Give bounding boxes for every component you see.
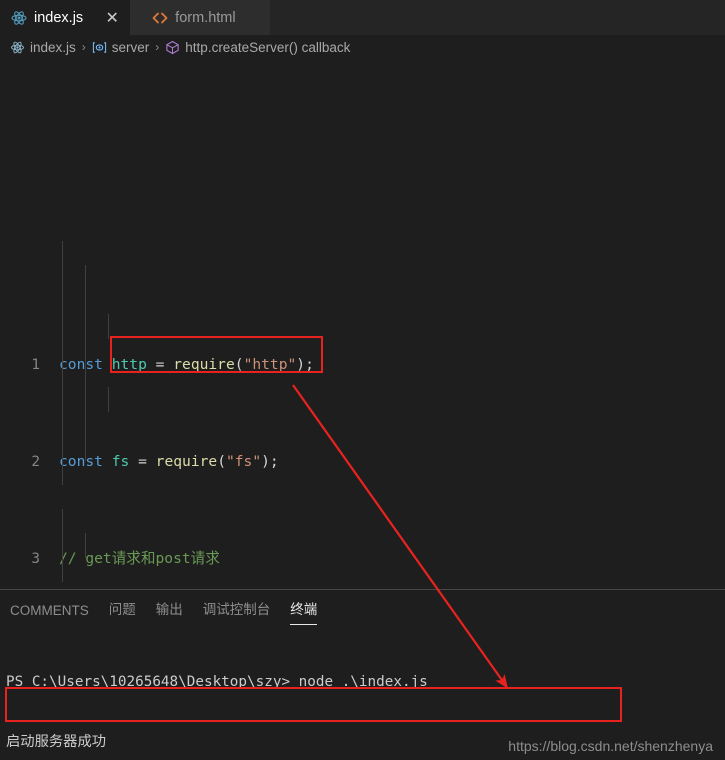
panel-tab-comments[interactable]: COMMENTS: [10, 603, 89, 625]
panel-tab-problems[interactable]: 问题: [109, 598, 136, 625]
tab-label: form.html: [175, 9, 236, 26]
indent-guide: [85, 533, 86, 558]
tab-label: index.js: [34, 9, 84, 26]
code-editor[interactable]: 1 const http = require("http"); 2 const …: [0, 59, 725, 589]
vscode-window: index.js ✕ form.html index.js › server ›…: [0, 0, 725, 760]
code-line-text: const http = require("http");: [59, 355, 314, 373]
indent-guide: [85, 265, 86, 461]
blog-url-watermark: https://blog.csdn.net/shenzhenya: [508, 738, 713, 754]
editor-tab-bar: index.js ✕ form.html: [0, 0, 725, 35]
breadcrumb-item-callback[interactable]: http.createServer() callback: [165, 40, 350, 55]
terminal-command: node .\index.js: [290, 674, 428, 690]
breadcrumb-item-server[interactable]: server: [92, 39, 150, 55]
tab-bar-empty-space: [269, 0, 725, 35]
indent-guide: [108, 314, 109, 339]
code-content: 1 const http = require("http"); 2 const …: [0, 59, 725, 589]
breadcrumb-label: index.js: [30, 39, 76, 55]
close-icon[interactable]: ✕: [104, 9, 120, 26]
panel-tab-terminal[interactable]: 终端: [290, 598, 318, 625]
code-line-text: // get请求和post请求: [59, 549, 220, 567]
variable-symbol-icon: [92, 40, 107, 55]
terminal-prompt: PS C:\Users\10265648\Desktop\szy>: [6, 674, 291, 690]
breadcrumb: index.js › server › http.createServer() …: [0, 35, 725, 59]
js-react-atom-icon: [11, 10, 27, 26]
code-line: 1 const http = require("http");: [0, 353, 725, 377]
indent-guide: [62, 509, 63, 582]
tab-form-html[interactable]: form.html: [130, 0, 270, 35]
panel-divider[interactable]: [0, 589, 725, 590]
panel-tab-output[interactable]: 输出: [156, 598, 183, 625]
line-number: 2: [31, 453, 40, 470]
panel-tab-debug-console[interactable]: 调试控制台: [203, 598, 271, 625]
panel-tab-bar: COMMENTS 问题 输出 调试控制台 终端: [0, 590, 725, 625]
line-number: 1: [31, 356, 40, 373]
cube-function-icon: [165, 40, 180, 55]
indent-guide: [62, 241, 63, 485]
breadcrumb-separator-icon: ›: [81, 40, 86, 54]
tab-index-js[interactable]: index.js ✕: [0, 0, 131, 35]
breadcrumb-item-file[interactable]: index.js: [10, 40, 76, 55]
html-code-brackets-icon: [152, 10, 168, 26]
file-atom-icon: [10, 40, 25, 55]
code-line: 2 const fs = require("fs");: [0, 450, 725, 474]
breadcrumb-label: server: [111, 39, 150, 55]
breadcrumb-label: http.createServer() callback: [185, 39, 351, 55]
line-number: 3: [31, 550, 40, 567]
indent-guide: [108, 387, 109, 412]
code-line: 3 // get请求和post请求: [0, 547, 725, 571]
terminal-prompt-line: PS C:\Users\10265648\Desktop\szy> node .…: [6, 672, 725, 692]
bottom-panel: COMMENTS 问题 输出 调试控制台 终端 PS C:\Users\1026…: [0, 590, 725, 760]
breadcrumb-separator-icon: ›: [155, 40, 160, 54]
code-line-text: const fs = require("fs");: [59, 452, 279, 470]
